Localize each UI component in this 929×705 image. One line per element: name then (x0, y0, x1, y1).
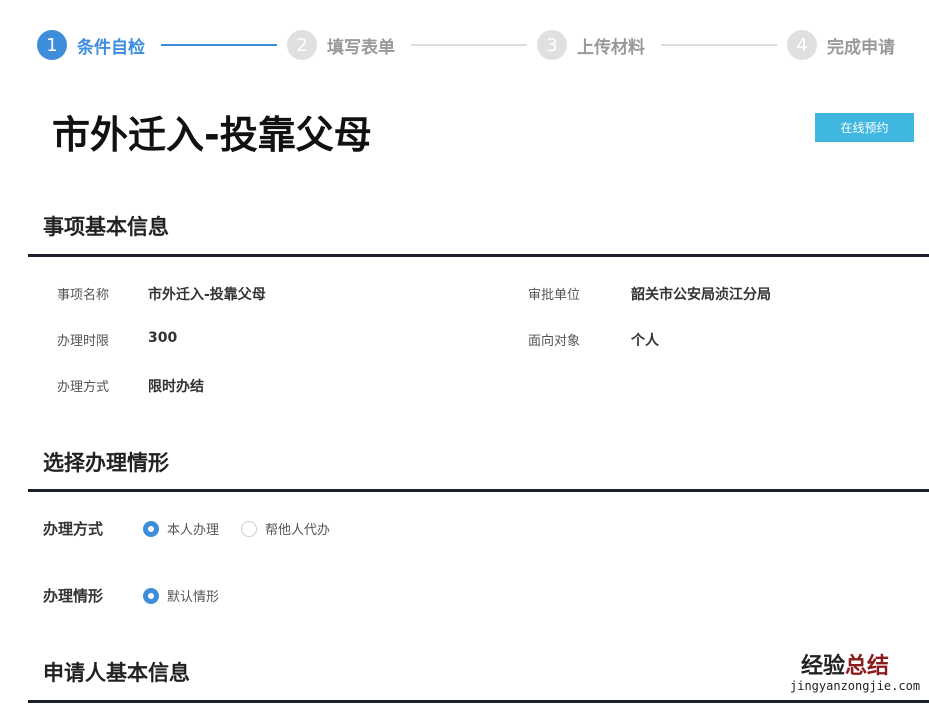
step-label: 完成申请 (827, 37, 895, 58)
field-value: 限时办结 (148, 379, 204, 395)
field-value: 韶关市公安局浈江分局 (631, 287, 771, 303)
section-heading: 申请人基本信息 (43, 661, 190, 685)
radio-checked-icon (143, 520, 159, 537)
field-value: 市外迁入-投靠父母 (148, 287, 266, 303)
field-value: 个人 (631, 333, 659, 349)
radio-label: 帮他人代办 (265, 523, 331, 538)
step-connector (411, 44, 527, 46)
watermark-text: 经验 (801, 654, 846, 679)
radio-checked-icon (143, 587, 159, 604)
step-label: 上传材料 (577, 37, 645, 58)
step-number: 2 (287, 30, 317, 60)
case-label: 办理情形 (43, 587, 104, 605)
section-heading: 事项基本信息 (43, 215, 169, 239)
step-number: 3 (537, 30, 567, 60)
field-label: 办理时限 (57, 334, 110, 349)
step-label: 填写表单 (327, 37, 395, 58)
radio-label: 默认情形 (167, 590, 220, 605)
step-3: 3 上传材料 (537, 30, 645, 60)
radio-label: 本人办理 (167, 523, 220, 538)
step-1: 1 条件自检 (37, 30, 145, 60)
watermark-url: jingyanzongjie.com (790, 679, 921, 693)
step-label: 条件自检 (77, 37, 145, 58)
field-label: 事项名称 (57, 288, 110, 303)
field-value: 300 (148, 330, 178, 346)
radio-default-case[interactable]: 默认情形 (143, 586, 219, 605)
step-number: 4 (787, 30, 817, 60)
step-connector (661, 44, 777, 46)
section-heading: 选择办理情形 (43, 451, 169, 475)
field-label: 面向对象 (528, 334, 581, 349)
step-2: 2 填写表单 (287, 30, 395, 60)
radio-proxy[interactable]: 帮他人代办 (241, 519, 330, 538)
watermark: 经验总结 jingyanzongjie.com (770, 654, 921, 694)
online-booking-button[interactable]: 在线预约 (815, 113, 914, 142)
step-connector (161, 44, 277, 46)
divider (28, 700, 929, 703)
radio-self[interactable]: 本人办理 (143, 519, 219, 538)
field-label: 办理方式 (57, 380, 110, 395)
divider (28, 489, 929, 492)
step-4: 4 完成申请 (787, 30, 895, 60)
field-label: 审批单位 (528, 288, 581, 303)
radio-unchecked-icon (241, 520, 257, 537)
step-number: 1 (37, 30, 67, 60)
watermark-text: 总结 (845, 654, 890, 679)
method-label: 办理方式 (43, 520, 104, 538)
page-title: 市外迁入-投靠父母 (52, 113, 372, 157)
divider (28, 254, 929, 257)
